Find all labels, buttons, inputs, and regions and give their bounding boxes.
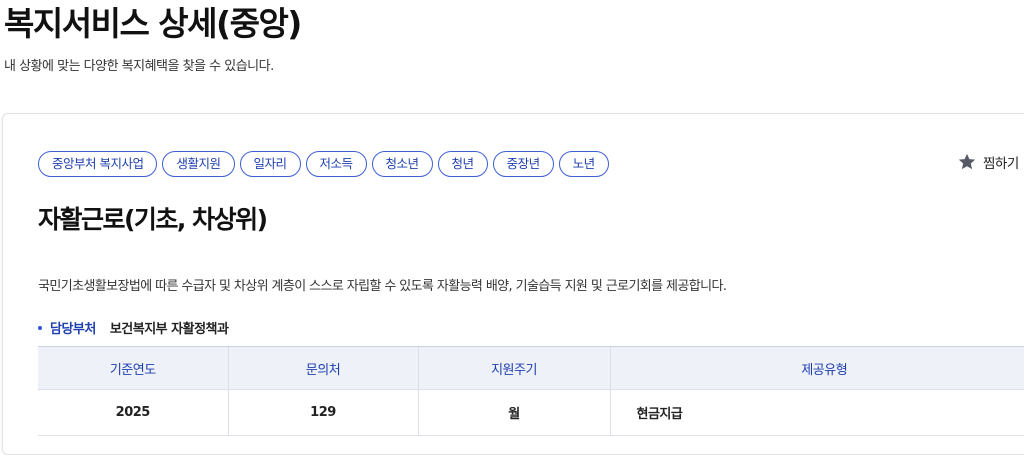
bullet-dot-icon — [38, 325, 42, 330]
table-header-type: 제공유형 — [609, 346, 1024, 390]
tag-middle-aged[interactable]: 중장년 — [492, 151, 554, 177]
star-icon — [958, 153, 976, 170]
tag-jobs[interactable]: 일자리 — [239, 151, 301, 177]
table-header-contact: 문의처 — [227, 346, 418, 390]
service-title: 자활근로(기초, 차상위) — [38, 205, 268, 234]
department-label: 담당부처 — [50, 322, 96, 337]
page-title: 복지서비스 상세(중앙) — [4, 4, 302, 43]
tag-youth-teen[interactable]: 청소년 — [371, 151, 433, 177]
tag-senior[interactable]: 노년 — [558, 151, 609, 177]
bookmark-button[interactable]: 찜하기 — [957, 152, 1019, 172]
table-row: 2025 129 월 현금지급 — [38, 389, 1024, 436]
table-cell-cycle: 월 — [417, 389, 610, 436]
bookmark-label: 찜하기 — [983, 156, 1019, 172]
department-value: 보건복지부 자활정책과 — [109, 322, 229, 337]
tag-low-income[interactable]: 저소득 — [305, 151, 367, 177]
table-header-row: 기준연도 문의처 지원주기 제공유형 — [38, 346, 1024, 390]
service-description: 국민기초생활보장법에 따른 수급자 및 차상위 계층이 스스로 자립할 수 있도… — [38, 279, 727, 294]
service-info-table: 기준연도 문의처 지원주기 제공유형 2025 129 월 현금지급 — [38, 346, 1024, 436]
tag-living-support[interactable]: 생활지원 — [162, 151, 235, 177]
table-cell-year: 2025 — [38, 389, 228, 436]
table-cell-contact: 129 — [227, 389, 418, 436]
table-header-year: 기준연도 — [38, 346, 228, 390]
tag-young-adult[interactable]: 청년 — [437, 151, 488, 177]
page-subtitle: 내 상황에 맞는 다양한 복지혜택을 찾을 수 있습니다. — [4, 59, 274, 74]
tag-central-ministry[interactable]: 중앙부처 복지사업 — [38, 151, 158, 177]
department-row: 담당부처 보건복지부 자활정책과 — [38, 318, 229, 337]
table-cell-type: 현금지급 — [609, 389, 1024, 436]
table-header-cycle: 지원주기 — [417, 346, 610, 390]
tag-list: 중앙부처 복지사업 생활지원 일자리 저소득 청소년 청년 중장년 노년 — [38, 151, 609, 177]
